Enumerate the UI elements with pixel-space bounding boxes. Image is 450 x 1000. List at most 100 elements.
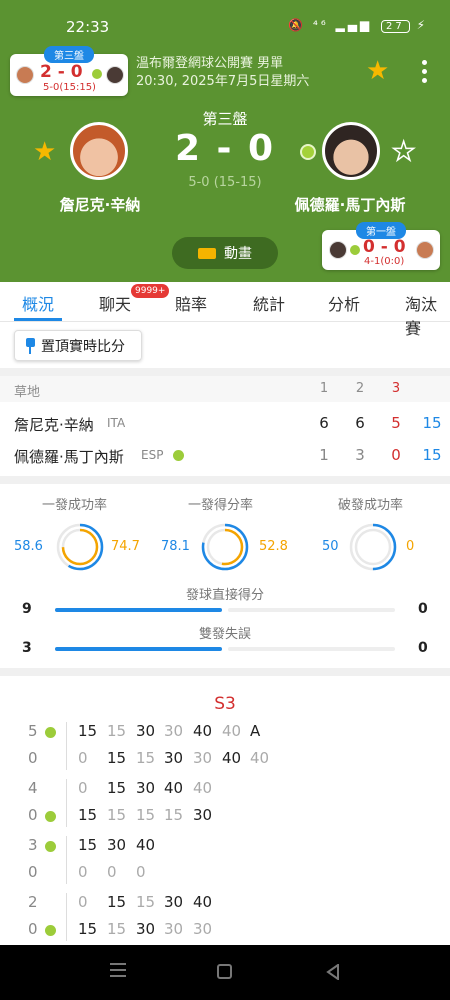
pbp-point: 15 xyxy=(136,893,156,911)
mini-score-card-other[interactable]: 第一盤 0 - 0 4-1(0:0) xyxy=(322,222,440,270)
nav-home-icon[interactable] xyxy=(217,964,232,979)
player2-name[interactable]: 佩德羅·馬丁內斯 xyxy=(280,194,420,215)
charging-icon: ⚡ xyxy=(416,18,428,32)
pbp-divider xyxy=(66,722,67,770)
nav-back-icon[interactable] xyxy=(325,964,341,980)
more-menu-icon[interactable] xyxy=(422,60,428,87)
pbp-game-score: 5 xyxy=(28,722,38,740)
p2-favorite-star-icon[interactable]: ★ xyxy=(391,136,416,168)
stat2-p1-value: 78.1 xyxy=(161,539,190,554)
serving-indicator-icon xyxy=(300,144,316,160)
pbp-point: 30 xyxy=(193,806,213,824)
pbp-game-score: 0 xyxy=(28,863,38,881)
sb-p2-set2: 3 xyxy=(355,446,365,464)
pbp-game-score: 3 xyxy=(28,836,38,854)
animation-button[interactable]: 動畫 xyxy=(172,237,278,269)
mini2-avatar-p2 xyxy=(416,241,434,259)
tab-stats[interactable]: 統計 xyxy=(253,291,285,315)
pbp-divider xyxy=(66,836,67,884)
pbp-point: 15 xyxy=(78,836,98,854)
pbp-point: 15 xyxy=(78,806,98,824)
stat-first-serve-won-label: 一發得分率 xyxy=(188,498,254,513)
game-score: 5-0 (15-15) xyxy=(188,175,262,190)
match-info: 溫布爾登網球公開賽 男單 20:30, 2025年7月5日星期六 xyxy=(136,55,309,91)
pbp-game-score: 0 xyxy=(28,920,38,938)
mini2-avatar-p1 xyxy=(329,241,347,259)
scoreboard-header: 草地 1 2 3 xyxy=(0,376,450,402)
tab-bar: 概況 聊天 賠率 統計 分析 淘汰賽 xyxy=(0,282,450,338)
nav-menu-icon[interactable] xyxy=(110,963,126,977)
pbp-point: 40 xyxy=(164,779,184,797)
pbp-game-score: 0 xyxy=(28,806,38,824)
pbp-point: 15 xyxy=(164,806,184,824)
double-faults-p2: 0 xyxy=(418,640,428,656)
ring-p2-track xyxy=(354,528,392,566)
system-nav-bar xyxy=(0,945,450,1000)
pbp-point: 30 xyxy=(193,749,213,767)
tab-chat[interactable]: 聊天 xyxy=(99,291,131,315)
pin-button-label: 置頂實時比分 xyxy=(41,338,125,355)
pbp-divider xyxy=(66,893,67,941)
status-bar: 22:33 🔕 ⁴⁶ ▂▄▆ 27 ⚡ xyxy=(0,14,450,42)
active-tab-underline xyxy=(14,318,62,321)
tab-overview[interactable]: 概況 xyxy=(22,291,54,315)
scoreboard-row-p2[interactable]: 佩德羅·馬丁內斯 ESP 1 3 0 15 xyxy=(0,440,450,472)
sb-p2-set1: 1 xyxy=(319,446,329,464)
status-time: 22:33 xyxy=(66,18,110,36)
status-signal-icons: 🔕 ⁴⁶ ▂▄▆ xyxy=(288,18,373,32)
aces-bar-left xyxy=(55,608,222,612)
pbp-game-score: 4 xyxy=(28,779,38,797)
tab-odds[interactable]: 賠率 xyxy=(175,291,207,315)
stat2-ring xyxy=(201,523,249,571)
pbp-point: 15 xyxy=(107,893,127,911)
mini-serve-icon xyxy=(92,69,102,79)
pbp-point: 0 xyxy=(78,893,88,911)
scoreboard-row-p1[interactable]: 詹尼克·辛納 ITA 6 6 5 15 xyxy=(0,408,450,440)
pbp-point: 40 xyxy=(193,893,213,911)
chat-count-badge: 9999+ xyxy=(131,284,170,298)
stat3-p1-value: 50 xyxy=(322,539,339,554)
favorite-star-icon[interactable]: ★ xyxy=(366,56,389,86)
pbp-point: A xyxy=(250,722,261,740)
set-score: 2 - 0 xyxy=(174,128,276,169)
pbp-point: 30 xyxy=(107,836,127,854)
pbp-serve-icon xyxy=(45,811,56,822)
mini-avatar-p2 xyxy=(106,66,124,84)
pbp-point: 40 xyxy=(222,722,242,740)
stat-break-points-label: 破發成功率 xyxy=(338,498,404,513)
pbp-point: 40 xyxy=(250,749,270,767)
pbp-divider xyxy=(66,779,67,827)
player1-name[interactable]: 詹尼克·辛納 xyxy=(30,194,170,215)
tab-knockout[interactable]: 淘汰賽 xyxy=(405,291,450,339)
sb-p1-set1: 6 xyxy=(319,414,329,432)
pbp-point: 15 xyxy=(78,920,98,938)
double-faults-label: 雙發失誤 xyxy=(198,627,251,642)
sb-p1-total: 15 xyxy=(422,414,442,432)
pbp-point: 30 xyxy=(164,722,184,740)
sb-p2-name: 佩德羅·馬丁內斯 xyxy=(14,448,124,466)
mini-card-set-label: 第三盤 xyxy=(44,46,94,63)
pbp-point: 40 xyxy=(193,779,213,797)
match-header: 22:33 🔕 ⁴⁶ ▂▄▆ 27 ⚡ 第三盤 2 - 0 5-0(15:15)… xyxy=(0,0,450,282)
section-divider xyxy=(0,368,450,376)
pin-live-score-button[interactable]: 置頂實時比分 xyxy=(14,330,142,361)
mini-card2-score: 0 - 0 xyxy=(363,237,406,257)
pbp-point: 40 xyxy=(193,722,213,740)
mini-card2-game-score: 4-1(0:0) xyxy=(364,256,405,267)
stat1-ring xyxy=(56,523,104,571)
pbp-game-score: 2 xyxy=(28,893,38,911)
match-datetime: 20:30, 2025年7月5日星期六 xyxy=(136,74,310,89)
double-faults-p1: 3 xyxy=(22,640,32,656)
pbp-point: 15 xyxy=(78,722,98,740)
mini-card-score: 2 - 0 xyxy=(40,62,83,82)
tab-analysis[interactable]: 分析 xyxy=(328,291,360,315)
mini-score-card-current[interactable]: 第三盤 2 - 0 5-0(15:15) xyxy=(10,46,128,96)
mini-card-game-score: 5-0(15:15) xyxy=(43,82,96,93)
df-bar-left xyxy=(55,647,222,651)
pbp-point: 0 xyxy=(78,863,88,881)
stat3-p2-value: 0 xyxy=(406,539,415,554)
aces-label: 發球直接得分 xyxy=(185,588,264,603)
pbp-serve-icon xyxy=(45,925,56,936)
player2-avatar[interactable] xyxy=(322,122,380,180)
sb-p1-set2: 6 xyxy=(355,414,365,432)
